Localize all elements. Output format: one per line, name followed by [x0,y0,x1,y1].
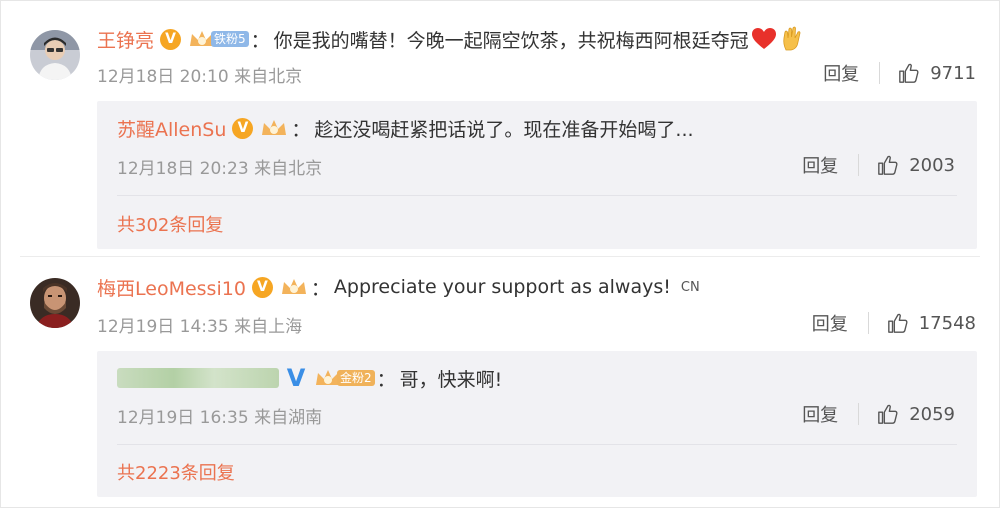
reply-line: 苏醒AllenSu V ： 趁还没喝赶紧把话说了。现在准备开始喝了... [117,113,694,143]
avatar-photo-icon [30,30,80,80]
thumbs-up-icon [887,313,908,333]
avatar-photo-icon [30,278,80,328]
username-link[interactable]: 王铮亮 [97,26,154,53]
like-count: 2059 [909,403,955,425]
comment-actions: 回复 9711 [823,60,976,86]
verified-v-icon: V [160,28,182,50]
divider [879,62,881,84]
comment-separator [20,256,980,257]
thumbs-up-icon [899,63,919,83]
avatar[interactable] [30,278,80,328]
reply-divider [117,195,957,196]
comment-line: 王铮亮 V 铁粉5 ： 你是我的嘴替！今晚一起隔空饮茶，共祝梅西阿根廷夺冠 [97,24,805,54]
like-count: 17548 [918,312,976,334]
thumbs-up-icon [878,404,898,424]
comment-meta: 12月18日 20:10 来自北京 [97,62,302,87]
crown-badge-icon [281,279,306,294]
verified-v-blue-icon: V [286,363,306,392]
colon: ： [310,277,330,300]
comment-line: 梅西LeoMessi10 V ： Appreciate your support… [97,272,700,302]
comment-item: 王铮亮 V 铁粉5 ： 你是我的嘴替！今晚一起隔空饮茶，共祝梅西阿根廷夺冠 12… [0,24,1000,254]
fan-badge[interactable] [259,117,289,139]
like-count: 9711 [930,62,976,84]
reply-time: 12月18日 20:23 [117,159,249,179]
comment-time: 12月19日 14:35 [97,317,229,337]
comment-item: 梅西LeoMessi10 V ： Appreciate your support… [0,272,1000,502]
reply-button[interactable]: 回复 [812,310,848,336]
comment-actions: 回复 17548 [812,310,976,336]
hand-gesture-icon [783,26,801,51]
like-button[interactable]: 2003 [877,154,955,176]
blurred-username[interactable] [117,368,279,388]
reply-button[interactable]: 回复 [823,60,859,86]
divider [858,403,860,425]
comment-time: 12月18日 20:10 [97,67,229,87]
like-button[interactable]: 17548 [887,312,976,334]
reply-actions: 回复 2003 [802,152,955,178]
comment-source: 来自上海 [234,317,303,337]
reply-source: 来自北京 [254,159,323,179]
comment-source: 来自北京 [234,67,303,87]
reply-time: 12月19日 16:35 [117,408,249,428]
reply-username-link[interactable]: 苏醒AllenSu [117,115,226,142]
divider [867,312,869,334]
reply-line: V 金粉2 ： 哥，快来啊! [117,363,502,393]
reply-button[interactable]: 回复 [802,152,838,178]
fan-badge[interactable]: 铁粉5 [187,28,249,50]
comment-text: Appreciate your support as always! [333,276,671,298]
crown-badge-icon [262,120,287,135]
thumbs-up-icon [878,155,898,175]
reply-meta: 12月18日 20:23 来自北京 [117,154,322,179]
more-replies-link[interactable]: 共302条回复 [117,211,223,237]
fan-level-label: 金粉2 [337,370,375,386]
reply-divider [117,444,957,445]
reply-source: 来自湖南 [254,408,323,428]
colon: ： [291,118,311,141]
like-count: 2003 [909,154,955,176]
colon: ： [376,368,396,391]
translate-tag[interactable]: CN [681,280,700,295]
heart-icon [751,28,776,49]
fan-badge[interactable] [279,276,309,298]
comment-text: 你是我的嘴替！今晚一起隔空饮茶，共祝梅西阿根廷夺冠 [273,29,749,52]
verified-v-icon: V [251,276,273,298]
avatar[interactable] [30,30,80,80]
like-button[interactable]: 2059 [877,403,955,425]
colon: ： [250,29,270,52]
fan-level-label: 铁粉5 [211,31,249,47]
reply-container: V 金粉2 ： 哥，快来啊! 12月19日 16:35 来自湖南 回复 2059… [97,351,977,497]
comment-meta: 12月19日 14:35 来自上海 [97,312,302,337]
reply-button[interactable]: 回复 [802,401,838,427]
reply-text: 哥，快来啊! [399,368,503,391]
divider [858,154,860,176]
username-link[interactable]: 梅西LeoMessi10 [97,274,246,301]
fan-badge[interactable]: 金粉2 [313,367,375,389]
reply-text: 趁还没喝赶紧把话说了。现在准备开始喝了... [314,118,694,141]
reply-meta: 12月19日 16:35 来自湖南 [117,403,322,428]
reply-actions: 回复 2059 [802,401,955,427]
reply-container: 苏醒AllenSu V ： 趁还没喝赶紧把话说了。现在准备开始喝了... 12月… [97,101,977,249]
like-button[interactable]: 9711 [898,62,976,84]
more-replies-link[interactable]: 共2223条回复 [117,459,235,485]
verified-v-icon: V [232,117,254,139]
